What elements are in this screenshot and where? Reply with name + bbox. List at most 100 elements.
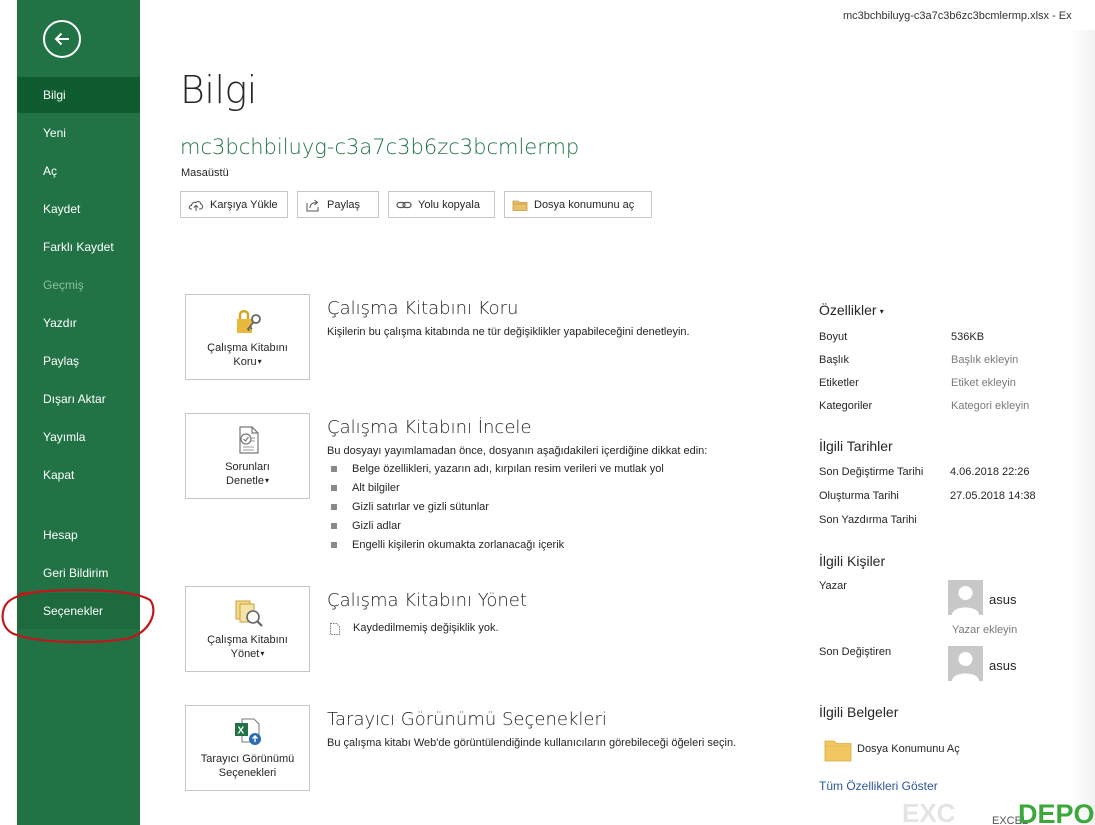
- copy-path-button[interactable]: Yolu kopyala: [388, 191, 495, 218]
- list-item: Alt bilgiler: [331, 480, 664, 499]
- protect-workbook-tile[interactable]: Çalışma Kitabını Koru▾: [185, 294, 310, 380]
- left-margin: [0, 0, 17, 825]
- inspect-tile-line2: Denetle: [226, 475, 264, 487]
- svg-text:EXC: EXC: [902, 798, 956, 825]
- right-edge-shade: [1068, 30, 1095, 825]
- date-label-modified: Son Değiştirme Tarihi: [819, 466, 924, 478]
- list-item: Gizli satırlar ve gizli sütunlar: [331, 499, 664, 518]
- browser-tile-line1: Tarayıcı Görünümü: [200, 753, 295, 765]
- share-icon: [305, 198, 321, 212]
- folder-icon: [512, 198, 528, 212]
- open-location-label: Dosya konumunu aç: [534, 198, 635, 211]
- related-documents-heading: İlgili Belgeler: [819, 704, 899, 720]
- avatar[interactable]: [948, 646, 983, 681]
- sidebar-item-hesap[interactable]: Hesap: [17, 517, 140, 553]
- manage-section-title: Çalışma Kitabını Yönet: [327, 590, 527, 611]
- cloud-upload-icon: [188, 198, 204, 212]
- prop-label-categories: Kategoriler: [819, 400, 873, 412]
- file-name: mc3bchbiluyg-c3a7c3b6zc3bcmlermp: [180, 135, 580, 159]
- sidebar-item-yayimla[interactable]: Yayımla: [17, 419, 140, 455]
- inspect-tile-line1: Sorunları: [225, 461, 270, 473]
- prop-value-tags-input[interactable]: Etiket ekleyin: [951, 377, 1016, 389]
- manage-tile-line1: Çalışma Kitabını: [207, 634, 288, 646]
- sidebar-item-gecmis: Geçmiş: [43, 278, 84, 292]
- date-label-created: Oluşturma Tarihi: [819, 490, 899, 502]
- share-button[interactable]: Paylaş: [297, 191, 379, 218]
- sidebar-item-farkli-kaydet[interactable]: Farklı Kaydet: [17, 229, 140, 265]
- sidebar-item-geri-bildirim[interactable]: Geri Bildirim: [17, 555, 140, 591]
- browser-tile-line2: Seçenekleri: [218, 767, 277, 779]
- inspect-bullet-list: Belge özellikleri, yazarın adı, kırpılan…: [331, 461, 664, 556]
- properties-heading: Özellikler: [819, 302, 877, 318]
- add-author-input[interactable]: Yazar ekleyin: [952, 624, 1017, 636]
- list-item: Belge özellikleri, yazarın adı, kırpılan…: [331, 461, 664, 480]
- document-icon: [330, 622, 340, 635]
- list-item: Engelli kişilerin okumakta zorlanacağı i…: [331, 537, 664, 556]
- page-title: Bilgi: [180, 68, 257, 112]
- inspect-document-icon: [232, 424, 264, 456]
- protect-section-desc: Kişilerin bu çalışma kitabında ne tür de…: [327, 326, 690, 338]
- chevron-down-icon: ▾: [260, 649, 265, 658]
- prop-label-title: Başlık: [819, 354, 849, 366]
- sidebar-item-paylas[interactable]: Paylaş: [17, 343, 140, 379]
- upload-button[interactable]: Karşıya Yükle: [180, 191, 288, 218]
- sidebar-item-kapat[interactable]: Kapat: [17, 457, 140, 493]
- sidebar-item-yeni[interactable]: Yeni: [17, 115, 140, 151]
- last-modified-by-name[interactable]: asus: [989, 658, 1016, 673]
- browser-view-options-tile[interactable]: X Tarayıcı Görünümü Seçenekleri: [185, 705, 310, 791]
- related-people-heading: İlgili Kişiler: [819, 553, 886, 569]
- chevron-down-icon: ▾: [877, 307, 884, 316]
- inspect-section-title: Çalışma Kitabını İncele: [327, 417, 532, 438]
- prop-value-size: 536KB: [951, 331, 985, 343]
- manage-tile-line2: Yönet: [230, 648, 260, 660]
- prop-value-categories-input[interactable]: Kategori ekleyin: [951, 400, 1029, 412]
- related-dates-heading: İlgili Tarihler: [819, 438, 893, 454]
- prop-value-title-input[interactable]: Başlık ekleyin: [951, 354, 1018, 366]
- open-location-button[interactable]: Dosya konumunu aç: [504, 191, 652, 218]
- author-name[interactable]: asus: [989, 592, 1016, 607]
- manage-workbook-tile[interactable]: Çalışma Kitabını Yönet▾: [185, 586, 310, 672]
- sidebar-item-kaydet[interactable]: Kaydet: [17, 191, 140, 227]
- prop-label-tags: Etiketler: [819, 377, 859, 389]
- list-item: Gizli adlar: [331, 518, 664, 537]
- svg-text:DEPO: DEPO: [1018, 799, 1095, 825]
- sidebar-item-bilgi[interactable]: Bilgi: [17, 77, 140, 113]
- excel-web-icon: X: [232, 716, 264, 748]
- sidebar-item-ac[interactable]: Aç: [17, 153, 140, 189]
- person-icon: [952, 652, 979, 681]
- back-arrow-icon: [54, 32, 69, 46]
- avatar[interactable]: [948, 580, 983, 615]
- manage-section-desc: Kaydedilmemiş değişiklik yok.: [353, 622, 499, 634]
- inspect-section-desc: Bu dosyayı yayımlamadan önce, dosyanın a…: [327, 445, 708, 457]
- watermark-logo: EXC EXCEL DEPO: [900, 798, 1095, 825]
- file-location: Masaüstü: [181, 167, 229, 179]
- sidebar-item-disari-aktar[interactable]: Dışarı Aktar: [17, 381, 140, 417]
- sidebar-item-secenekler[interactable]: Seçenekler: [17, 593, 140, 629]
- back-button[interactable]: [43, 20, 81, 58]
- svg-text:X: X: [238, 726, 245, 737]
- backstage-sidebar: Bilgi Yeni Aç Kaydet Farklı Kaydet Geçmi…: [17, 0, 140, 825]
- open-file-location-link[interactable]: Dosya Konumunu Aç: [857, 743, 960, 755]
- lock-key-icon: [232, 305, 264, 337]
- check-issues-tile[interactable]: Sorunları Denetle▾: [185, 413, 310, 499]
- protect-section-title: Çalışma Kitabını Koru: [327, 298, 519, 319]
- browser-section-title: Tarayıcı Görünümü Seçenekleri: [327, 709, 607, 730]
- person-icon: [952, 586, 979, 615]
- date-value-modified: 4.06.2018 22:26: [950, 466, 1030, 478]
- manage-versions-icon: [232, 597, 264, 629]
- chevron-down-icon: ▾: [264, 476, 269, 485]
- date-label-printed: Son Yazdırma Tarihi: [819, 514, 917, 526]
- protect-tile-line2: Koru: [233, 356, 257, 368]
- chevron-down-icon: ▾: [257, 357, 262, 366]
- sidebar-item-yazdir[interactable]: Yazdır: [17, 305, 140, 341]
- link-icon: [396, 198, 412, 212]
- author-label: Yazar: [819, 580, 847, 592]
- last-modified-by-label: Son Değiştiren: [819, 646, 892, 658]
- date-value-created: 27.05.2018 14:38: [950, 490, 1036, 502]
- folder-icon[interactable]: [824, 738, 852, 762]
- share-label: Paylaş: [327, 198, 361, 211]
- browser-section-desc: Bu çalışma kitabı Web'de görüntülendiğin…: [327, 737, 737, 749]
- show-all-properties-link[interactable]: Tüm Özellikleri Göster: [819, 779, 938, 793]
- window-title: mc3bchbiluyg-c3a7c3b6zc3bcmlermp.xlsx - …: [843, 10, 1072, 22]
- properties-dropdown[interactable]: Özellikler ▾: [819, 302, 884, 318]
